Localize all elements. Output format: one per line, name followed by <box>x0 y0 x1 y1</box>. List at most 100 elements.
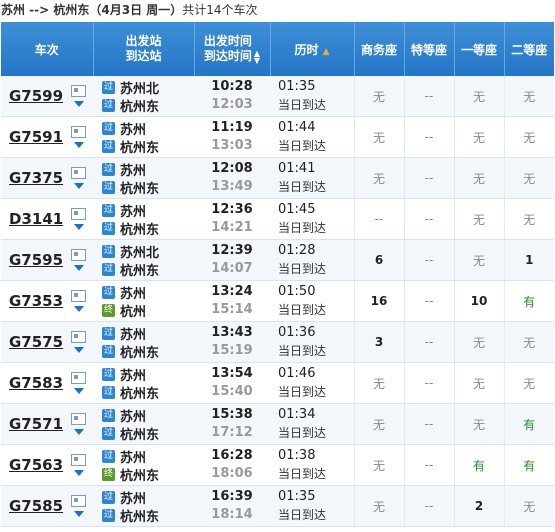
count-text: 共计14个车次 <box>182 3 258 17</box>
business-seat: 3 <box>353 321 404 363</box>
table-row[interactable]: G7563 过苏州终杭州东 16:28 18:06 01:38 当日到达无 -- 有有 <box>1 444 554 486</box>
id-card-icon[interactable] <box>71 372 86 384</box>
chevron-down-icon[interactable] <box>73 183 84 189</box>
first-class-seat: 无 <box>453 116 504 158</box>
arrival-time: 15:14 <box>211 302 253 317</box>
train-number-link[interactable]: G7599 <box>9 87 67 105</box>
id-card-icon[interactable] <box>71 208 86 220</box>
arrival-day: 当日到达 <box>278 344 327 358</box>
from-station: 苏州 <box>120 122 147 138</box>
business-seat: 无 <box>353 76 404 117</box>
id-card-icon[interactable] <box>71 331 86 343</box>
terminal-badge-icon: 过 <box>102 180 115 194</box>
table-row[interactable]: G7583 过苏州过杭州东 13:54 15:40 01:46 当日到达无 -- 无无 <box>1 362 554 404</box>
id-card-icon[interactable] <box>71 126 86 138</box>
chevron-down-icon[interactable] <box>73 224 84 230</box>
col-time[interactable]: 出发时间 到达时间 ▲ ▼ <box>194 22 271 76</box>
col-duration[interactable]: 历时 ▲ <box>270 22 355 76</box>
business-seat: 16 <box>353 280 404 322</box>
first-class-seat: 无 <box>453 76 504 117</box>
id-card-icon[interactable] <box>71 290 86 302</box>
departure-time: 16:28 <box>211 448 253 463</box>
table-row[interactable]: G7353 过苏州终杭州 13:24 15:14 01:50 当日到达 16 -- 10 有 <box>1 280 554 322</box>
first-class-seat: 无 <box>453 403 504 445</box>
chevron-down-icon[interactable] <box>73 265 84 271</box>
second-class-seat: 无 <box>503 485 554 527</box>
to-station: 杭州东 <box>120 427 160 443</box>
table-row[interactable]: G7575 过苏州过杭州东 13:43 15:19 01:36 当日到达 3 -- 无无 <box>1 321 554 363</box>
table-row[interactable]: G7585 过苏州过杭州东 16:39 18:14 01:35 当日到达无 -- 2 无 <box>1 485 554 527</box>
from-station: 苏州 <box>120 409 147 425</box>
table-row[interactable]: G7375 过苏州过杭州东 12:08 13:49 01:41 当日到达无 -- 无无 <box>1 157 554 199</box>
first-class-seat: 10 <box>453 280 504 322</box>
first-class-seat: 无 <box>453 321 504 363</box>
id-card-icon[interactable] <box>71 454 86 466</box>
special-seat: -- <box>403 444 454 486</box>
col-second: 二等座 <box>504 22 554 76</box>
train-number-link[interactable]: G7575 <box>9 333 67 351</box>
train-number-link[interactable]: D3141 <box>9 210 67 228</box>
from-station: 苏州 <box>120 286 147 302</box>
arrival-day: 当日到达 <box>278 303 327 317</box>
duration-cell: 01:36 当日到达 <box>270 321 354 363</box>
train-number-link[interactable]: G7571 <box>9 415 67 433</box>
chevron-down-icon[interactable] <box>73 101 84 107</box>
train-number-link[interactable]: G7585 <box>9 497 67 515</box>
duration-value: 01:28 <box>278 243 316 258</box>
second-class-seat: 无 <box>503 76 554 117</box>
duration-cell: 01:44 当日到达 <box>270 116 354 158</box>
train-number-link[interactable]: G7595 <box>9 251 67 269</box>
id-card-icon[interactable] <box>71 495 86 507</box>
chevron-down-icon[interactable] <box>73 388 84 394</box>
pass-badge-icon: 过 <box>102 80 115 94</box>
arrival-time: 13:49 <box>211 179 253 194</box>
train-cell: D3141 <box>1 198 93 240</box>
duration-value: 01:34 <box>278 407 316 422</box>
special-seat: -- <box>403 116 454 158</box>
chevron-down-icon[interactable] <box>73 142 84 148</box>
arrival-time: 14:21 <box>211 220 253 235</box>
to-station: 杭州东 <box>120 263 160 279</box>
train-number-link[interactable]: G7375 <box>9 169 67 187</box>
id-card-icon[interactable] <box>71 413 86 425</box>
train-number-link[interactable]: G7563 <box>9 456 67 474</box>
train-number-link[interactable]: G7591 <box>9 128 67 146</box>
table-row[interactable]: G7571 过苏州过杭州东 15:38 17:12 01:34 当日到达无 -- 无有 <box>1 403 554 445</box>
pass-badge-icon: 过 <box>102 162 115 176</box>
train-number-link[interactable]: G7583 <box>9 374 67 392</box>
chevron-down-icon[interactable] <box>73 511 84 517</box>
pass-badge-icon: 过 <box>102 285 115 299</box>
to-station: 杭州 <box>120 304 147 320</box>
to-station: 杭州东 <box>120 222 160 238</box>
table-row[interactable]: G7599 过苏州北过杭州东 10:28 12:03 01:35 当日到达无 -- 无无 <box>1 76 554 117</box>
table-row[interactable]: D3141 过苏州过杭州东 12:36 14:21 01:45 当日到达 -- -- 无无 <box>1 198 554 240</box>
chevron-down-icon[interactable] <box>73 429 84 435</box>
second-class-seat: 有 <box>503 444 554 486</box>
time-cell: 16:28 18:06 <box>194 444 270 486</box>
time-cell: 13:54 15:40 <box>194 362 270 404</box>
table-row[interactable]: G7591 过苏州过杭州东 11:19 13:03 01:44 当日到达无 -- 无无 <box>1 116 554 158</box>
to-station: 杭州东 <box>120 99 160 115</box>
train-number-link[interactable]: G7353 <box>9 292 67 310</box>
arrival-day: 当日到达 <box>278 262 327 276</box>
train-cell: G7599 <box>1 76 93 117</box>
duration-value: 01:35 <box>278 79 316 94</box>
pass-badge-icon: 过 <box>102 121 115 135</box>
id-card-icon[interactable] <box>71 85 86 97</box>
id-card-icon[interactable] <box>71 167 86 179</box>
from-station: 苏州北 <box>120 245 160 261</box>
id-card-icon[interactable] <box>71 249 86 261</box>
chevron-down-icon[interactable] <box>73 347 84 353</box>
to-station: 杭州东 <box>120 386 160 402</box>
sort-up-icon[interactable]: ▲ <box>323 47 330 57</box>
first-class-seat: 有 <box>453 444 504 486</box>
arrival-time: 13:03 <box>211 138 253 153</box>
chevron-down-icon[interactable] <box>73 306 84 312</box>
table-row[interactable]: G7595 过苏州北过杭州东 12:39 14:07 01:28 当日到达 6 -- 无 1 <box>1 239 554 281</box>
duration-value: 01:35 <box>278 489 316 504</box>
chevron-down-icon[interactable] <box>73 470 84 476</box>
sort-arrows-icon[interactable]: ▲ ▼ <box>254 49 260 64</box>
special-seat: -- <box>403 362 454 404</box>
pass-badge-icon: 过 <box>102 490 115 504</box>
arrival-time: 17:12 <box>211 425 253 440</box>
